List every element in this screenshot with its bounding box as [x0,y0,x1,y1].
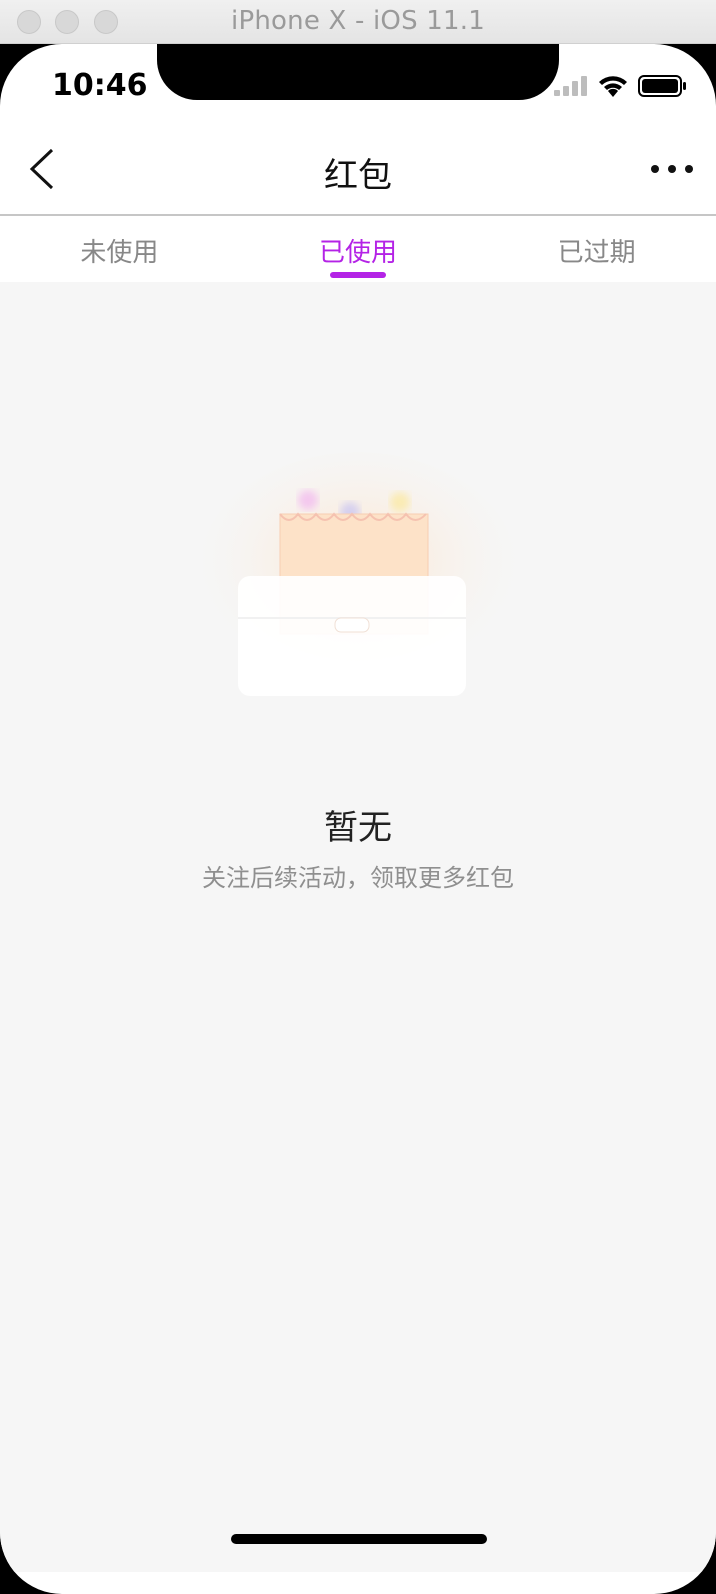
wifi-icon [599,76,627,97]
tab-expired[interactable]: 已过期 [477,216,716,282]
tab-unused[interactable]: 未使用 [0,216,239,282]
device-notch [157,44,559,100]
battery-icon [638,75,686,97]
page-title: 红包 [324,156,392,196]
tab-bar: 未使用 已使用 已过期 [0,216,716,282]
status-time: 10:46 [52,68,148,103]
content-area: 暂无 关注后续活动，领取更多红包 [0,282,716,1572]
tab-label: 未使用 [80,238,159,268]
more-button[interactable] [644,144,700,194]
more-dots-icon [651,165,693,173]
tab-label: 已过期 [557,238,636,268]
home-indicator[interactable] [231,1534,487,1544]
active-tab-indicator [330,272,386,278]
window-title: iPhone X - iOS 11.1 [231,6,485,36]
empty-subtitle: 关注后续活动，领取更多红包 [202,864,514,892]
tab-used[interactable]: 已使用 [239,216,478,282]
simulator-titlebar: iPhone X - iOS 11.1 [0,0,716,44]
simulator-window: iPhone X - iOS 11.1 10:46 红包 未使用 已使用 已过期… [0,0,716,1594]
phone-screen: 10:46 红包 未使用 已使用 已过期 暂无 关注后续活动，领取更多红包 [0,44,716,1594]
red-envelope-box-icon [198,442,518,702]
nav-bar: 红包 [0,124,716,216]
cellular-signal-icon [554,76,587,96]
tab-label: 已使用 [319,238,398,268]
empty-title: 暂无 [324,808,392,848]
status-icons [554,74,686,98]
